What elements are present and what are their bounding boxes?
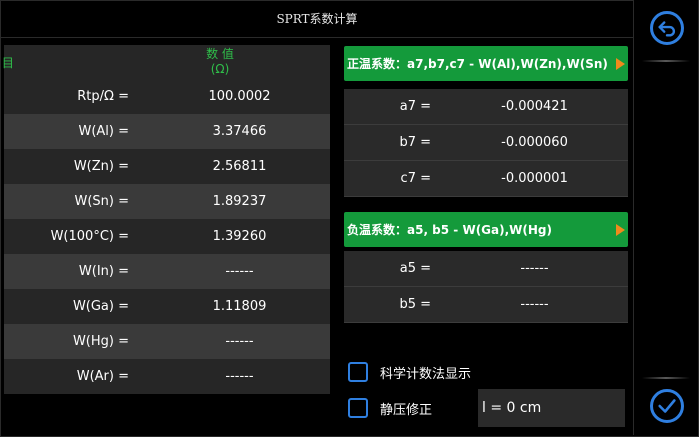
negative-coefficient-button[interactable]: 负温系数：a5, b5 - W(Ga),W(Hg) <box>344 212 628 247</box>
header-value: 数 值 (Ω) <box>206 47 234 76</box>
table-row-rtp[interactable]: Rtp/Ω = 100.0002 <box>4 79 330 114</box>
scientific-notation-checkbox[interactable] <box>348 362 368 382</box>
scientific-notation-option[interactable]: 科学计数法显示 <box>348 362 471 382</box>
table-row-w-hg[interactable]: W(Hg) = ------ <box>4 324 330 359</box>
table-row-w-ga[interactable]: W(Ga) = 1.11809 <box>4 289 330 324</box>
table-row-w-al[interactable]: W(Al) = 3.37466 <box>4 114 330 149</box>
window-title: SPRT系数计算 <box>1 0 633 38</box>
coef-row-c7: c7 = -0.000001 <box>344 161 628 197</box>
play-arrow-icon <box>616 224 625 236</box>
table-header: 项 目 数 值 (Ω) <box>0 45 330 79</box>
static-pressure-checkbox[interactable] <box>348 398 368 418</box>
static-pressure-label: 静压修正 <box>380 402 433 418</box>
confirm-button[interactable] <box>650 389 684 423</box>
checkmark-icon <box>658 399 676 413</box>
table-row-w-100c[interactable]: W(100°C) = 1.39260 <box>4 219 330 254</box>
back-button[interactable] <box>650 11 684 45</box>
table-row-w-ar[interactable]: W(Ar) = ------ <box>4 359 330 394</box>
table-row-w-sn[interactable]: W(Sn) = 1.89237 <box>4 184 330 219</box>
right-sidebar <box>633 0 698 435</box>
positive-coefficient-button[interactable]: 正温系数：a7,b7,c7 - W(Al),W(Zn),W(Sn) <box>344 46 628 81</box>
header-item: 项 目 <box>0 55 14 70</box>
table-row-w-in[interactable]: W(In) = ------ <box>4 254 330 289</box>
negative-coefficient-group: 负温系数：a5, b5 - W(Ga),W(Hg) a5 = ------ b5 … <box>344 212 628 323</box>
coef-row-b5: b5 = ------ <box>344 287 628 323</box>
positive-coefficient-group: 正温系数：a7,b7,c7 - W(Al),W(Zn),W(Sn) a7 = -0… <box>344 46 628 197</box>
resistance-ratio-table: 项 目 数 值 (Ω) Rtp/Ω =100.0002 W(Al) =3.374… <box>0 45 330 394</box>
static-pressure-option[interactable]: 静压修正 <box>348 398 432 418</box>
play-arrow-icon <box>616 58 625 70</box>
back-arrow-icon <box>658 21 676 37</box>
immersion-length-field[interactable]: l = 0 cm <box>478 389 625 427</box>
sidebar-divider-top <box>642 60 690 62</box>
scientific-notation-label: 科学计数法显示 <box>380 366 472 382</box>
coef-row-a5: a5 = ------ <box>344 251 628 287</box>
sidebar-divider-bottom <box>642 377 690 379</box>
coef-row-a7: a7 = -0.000421 <box>344 89 628 125</box>
coef-row-b7: b7 = -0.000060 <box>344 125 628 161</box>
table-body: Rtp/Ω = 100.0002 W(Al) = 3.37466 W(Zn) = 2.… <box>4 79 330 394</box>
table-row-w-zn[interactable]: W(Zn) = 2.56811 <box>4 149 330 184</box>
